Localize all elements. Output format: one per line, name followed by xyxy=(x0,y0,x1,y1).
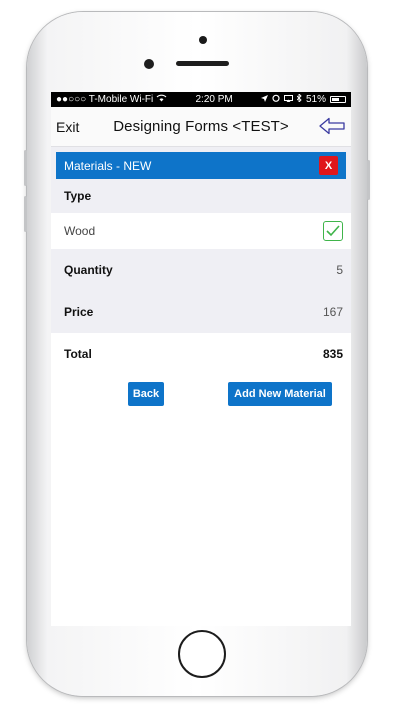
action-buttons: Back Add New Material xyxy=(51,375,351,439)
earpiece-speaker xyxy=(176,61,229,66)
status-time: 2:20 PM xyxy=(195,94,233,105)
type-label-row: Type xyxy=(51,179,351,213)
price-label: Price xyxy=(64,305,94,319)
screen-mirror-icon xyxy=(283,94,293,105)
content-background xyxy=(51,439,351,626)
type-value-row[interactable]: Wood xyxy=(51,213,351,249)
navigation-bar: Exit Designing Forms <TEST> xyxy=(51,107,351,147)
alarm-icon xyxy=(272,94,280,105)
status-bar: ●●○○○ T-Mobile Wi-Fi 2:20 PM 51% xyxy=(51,92,351,107)
close-button[interactable]: X xyxy=(319,156,338,175)
bluetooth-icon xyxy=(296,92,302,105)
front-camera xyxy=(144,59,154,69)
type-label: Type xyxy=(64,189,92,203)
location-icon xyxy=(260,94,268,105)
price-value[interactable]: 167 xyxy=(323,305,343,319)
home-button[interactable] xyxy=(178,630,226,678)
total-row: Total 835 xyxy=(51,333,351,375)
checkmark-icon[interactable] xyxy=(323,221,343,241)
battery-percent: 51% xyxy=(305,94,326,105)
camera-dot xyxy=(199,36,207,44)
back-arrow-icon[interactable] xyxy=(319,117,345,140)
quantity-row: Quantity 5 xyxy=(51,249,351,291)
volume-up-button xyxy=(24,150,27,186)
quantity-label: Quantity xyxy=(64,263,113,277)
back-button[interactable]: Back xyxy=(128,382,164,406)
exit-button[interactable]: Exit xyxy=(56,119,79,135)
quantity-value[interactable]: 5 xyxy=(336,263,343,277)
carrier-label: ●●○○○ T-Mobile Wi-Fi xyxy=(56,94,154,105)
page-title: Designing Forms <TEST> xyxy=(113,118,289,135)
total-value: 835 xyxy=(322,347,343,361)
app-screen: ●●○○○ T-Mobile Wi-Fi 2:20 PM 51% Exit De… xyxy=(51,92,351,626)
section-header: Materials - NEW X xyxy=(56,152,346,179)
total-label: Total xyxy=(64,347,92,361)
price-row: Price 167 xyxy=(51,291,351,333)
add-new-material-button[interactable]: Add New Material xyxy=(228,382,332,406)
power-button xyxy=(367,160,370,200)
volume-down-button xyxy=(24,196,27,232)
battery-icon xyxy=(329,96,346,103)
section-title: Materials - NEW xyxy=(64,158,152,173)
type-value: Wood xyxy=(64,224,96,238)
wifi-icon xyxy=(156,94,167,105)
